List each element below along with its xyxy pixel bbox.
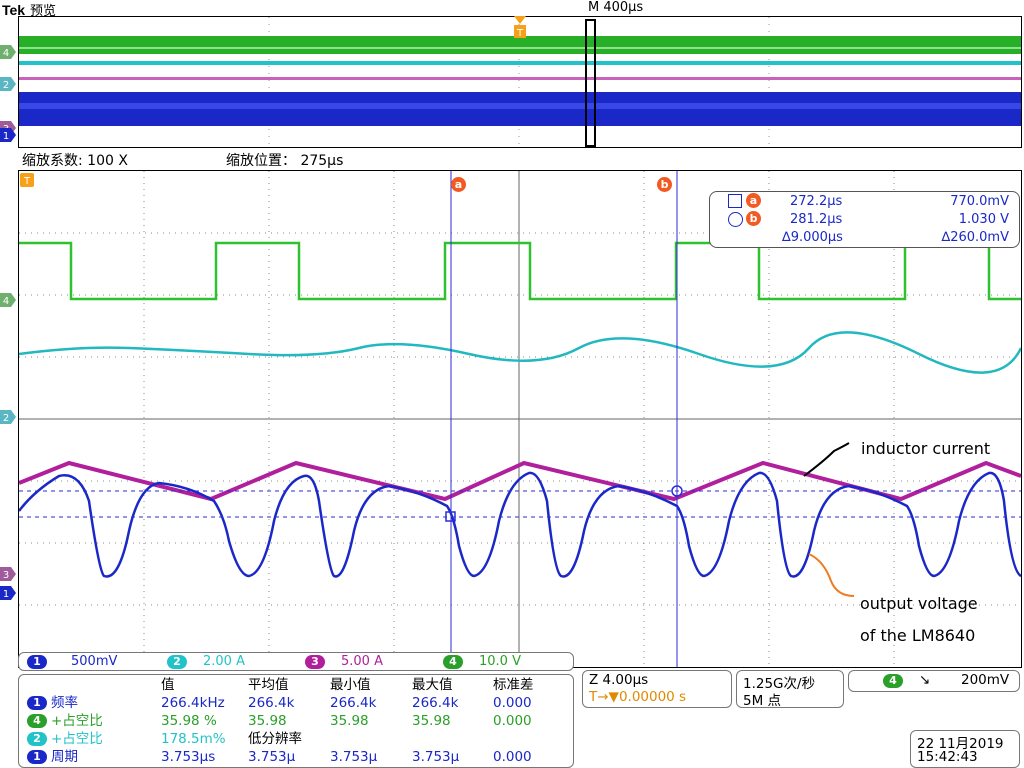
meas-row-0-channel[interactable]: 1 频率 — [27, 694, 78, 712]
meas-row-0-std: 0.000 — [493, 695, 532, 711]
ch4-scale[interactable]: 4 10.0 V — [443, 654, 521, 670]
meas-row-3-mean: 3.753µ — [248, 749, 296, 765]
overview-ch2-trace — [19, 61, 1021, 65]
channel-scale-bar: 1 500mV 2 2.00 A 3 5.00 A 4 10.0 V — [18, 652, 574, 671]
ch2-trace — [19, 331, 1021, 374]
trigger-slope-icon: ↘ — [919, 672, 931, 688]
cursor-b-badge[interactable]: b — [657, 173, 672, 192]
meas-row-1-min: 35.98 — [330, 713, 369, 729]
cursor-b-badge-small: b — [746, 211, 761, 226]
zoom-position: 缩放位置： 275µs — [226, 153, 344, 169]
meas-row-1-channel[interactable]: 4 +占空比 — [27, 712, 103, 730]
meas-header-value: 值 — [161, 677, 175, 693]
meas-row-1-std: 0.000 — [493, 713, 532, 729]
zoom-scale: Z 4.00µs — [589, 672, 649, 688]
cursor-b-time: 281.2µs — [790, 212, 843, 227]
meas-row-3-std: 0.000 — [493, 749, 532, 765]
svg-text:T: T — [516, 28, 524, 39]
annotation-output-voltage-2: of the LM8640 — [860, 626, 976, 645]
timebase-label: M 400µs — [588, 0, 644, 15]
output-arrow — [808, 553, 855, 597]
svg-text:1: 1 — [3, 131, 9, 142]
cursor-a-badge-small: a — [746, 193, 761, 208]
zoom-factor: 缩放系数: 100 X — [22, 153, 128, 169]
cursor-a-badge[interactable]: a — [451, 173, 466, 192]
record-length: 5M 点 — [743, 693, 782, 709]
svg-text:4: 4 — [3, 48, 9, 59]
overview-ch1-marker: 1 — [0, 128, 16, 142]
measurements-panel: 值 平均值 最小值 最大值 标准差 1 频率 266.4kHz 266.4k 26… — [18, 674, 574, 768]
ch2-scale[interactable]: 2 2.00 A — [167, 654, 245, 670]
meas-row-1-max: 35.98 — [412, 713, 451, 729]
ch3-scale[interactable]: 3 5.00 A — [305, 654, 383, 670]
main-ch1-marker: 1 — [0, 586, 16, 600]
cursor-a-time: 272.2µs — [790, 194, 843, 209]
main-ch2-marker: 2 — [0, 410, 16, 424]
cursor-b-circle-icon — [728, 212, 743, 227]
cursor-delta-value: ∆260.0mV — [941, 230, 1009, 245]
svg-text:4: 4 — [3, 296, 9, 307]
inductor-arrow — [803, 442, 850, 477]
ch1-scale[interactable]: 1 500mV — [27, 654, 117, 670]
svg-text:T: T — [23, 176, 31, 187]
acquisition-settings[interactable]: 1.25G次/秒 5M 点 — [736, 670, 844, 709]
meas-row-2-mean: 低分辨率 — [248, 731, 302, 747]
ch4-trace — [19, 241, 1021, 301]
meas-header-max: 最大值 — [412, 677, 453, 693]
meas-row-0-value: 266.4kHz — [161, 695, 225, 711]
annotation-inductor-current: inductor current — [861, 439, 991, 458]
meas-row-0-min: 266.4k — [330, 695, 377, 711]
overview-ch4-marker: 4 — [0, 45, 16, 59]
cursor-a-square-icon — [728, 194, 742, 208]
overview-ch3-trace — [19, 77, 1021, 80]
meas-header-mean: 平均值 — [248, 677, 289, 693]
trigger-position: T→▼0.00000 s — [589, 689, 687, 705]
overview-trigger-marker: T — [514, 16, 526, 40]
horizontal-settings[interactable]: Z 4.00µs T→▼0.00000 s — [582, 670, 732, 708]
main-trigger-marker: T — [20, 173, 34, 187]
main-ch4-marker: 4 — [0, 293, 16, 307]
meas-header-min: 最小值 — [330, 677, 371, 693]
cursor-readout-panel: a 272.2µs 770.0mV b 281.2µs 1.030 V ∆9.0… — [709, 191, 1020, 248]
main-ch3-marker: 3 — [0, 567, 16, 581]
svg-text:2: 2 — [3, 80, 9, 91]
meas-row-3-max: 3.753µ — [412, 749, 460, 765]
time-label: 15:42:43 — [917, 749, 978, 765]
meas-row-1-value: 35.98 % — [161, 713, 217, 729]
meas-row-2-value: 178.5m% — [161, 731, 226, 747]
cursor-a-value: 770.0mV — [950, 194, 1009, 209]
cursor-delta-time: ∆9.000µs — [782, 230, 843, 245]
meas-row-2-channel[interactable]: 2 +占空比 — [27, 730, 103, 748]
meas-row-3-value: 3.753µs — [161, 749, 216, 765]
trigger-level: 200mV — [961, 672, 1010, 688]
svg-text:3: 3 — [3, 570, 9, 581]
overview-ch2-marker: 2 — [0, 77, 16, 91]
meas-row-0-mean: 266.4k — [248, 695, 295, 711]
meas-row-3-min: 3.753µ — [330, 749, 378, 765]
meas-row-1-mean: 35.98 — [248, 713, 287, 729]
annotation-output-voltage-1: output voltage — [860, 594, 978, 613]
svg-text:1: 1 — [3, 589, 9, 600]
trigger-settings[interactable]: 4 ↘ 200mV — [848, 670, 1020, 692]
datetime-display: 22 11月2019 15:42:43 — [910, 730, 1020, 768]
meas-row-0-max: 266.4k — [412, 695, 459, 711]
svg-text:2: 2 — [3, 413, 9, 424]
cursor-b-value: 1.030 V — [958, 212, 1009, 227]
trigger-channel: 4 — [883, 674, 903, 688]
meas-header-std: 标准差 — [493, 677, 534, 693]
meas-row-3-channel[interactable]: 1 周期 — [27, 748, 78, 766]
